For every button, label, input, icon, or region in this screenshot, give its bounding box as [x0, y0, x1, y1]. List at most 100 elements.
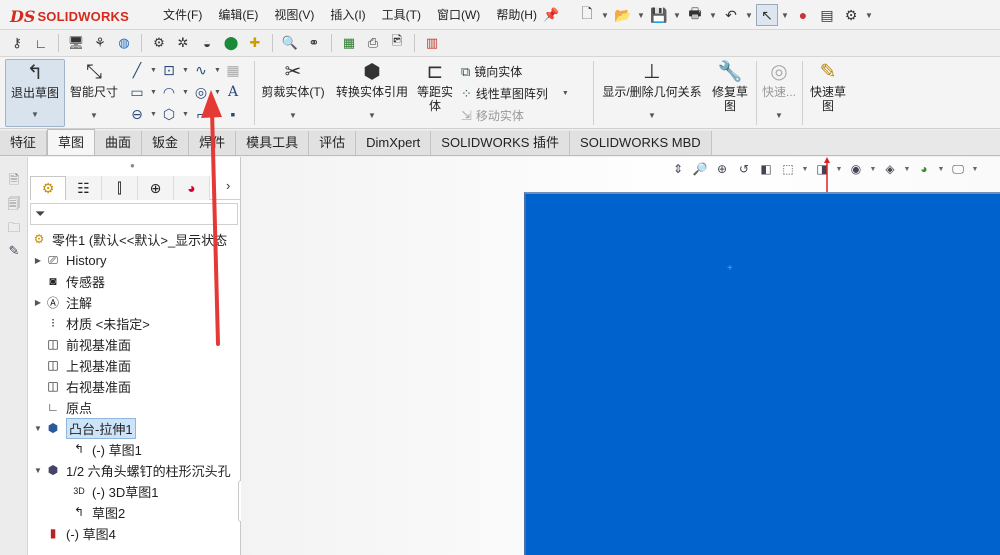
- open-folder-icon[interactable]: 📂: [612, 4, 634, 26]
- exit-sketch-button[interactable]: ↰ 退出草图 ▼: [5, 59, 65, 127]
- select-dropdown-icon[interactable]: ▼: [780, 4, 790, 26]
- tree-item-hole-wizard[interactable]: ▼ ⬢ 1/2 六角头螺钉的柱形沉头孔: [32, 460, 231, 480]
- menu-file[interactable]: 文件(F): [155, 0, 210, 30]
- chevron-down-icon[interactable]: ▼: [150, 111, 157, 118]
- expand-arrow-icon[interactable]: ▶: [32, 256, 44, 265]
- zoom-to-fit-icon[interactable]: 🔎: [691, 160, 709, 178]
- save-icon[interactable]: 💾: [648, 4, 670, 26]
- hide-show-items-icon[interactable]: ◉: [847, 160, 865, 178]
- cog-wheel-icon[interactable]: ✲: [172, 32, 194, 54]
- tree-item-sketch4[interactable]: ▮ (-) 草图4: [32, 523, 116, 543]
- collapse-arrow-icon[interactable]: ▼: [32, 466, 44, 475]
- menu-edit[interactable]: 编辑(E): [210, 0, 266, 30]
- scene-icon[interactable]: ◕: [915, 160, 933, 178]
- quick-snaps-button[interactable]: ◎ 快速... ▼: [759, 59, 799, 127]
- chevron-down-icon[interactable]: ▼: [182, 111, 189, 118]
- print-dropdown-icon[interactable]: ▼: [708, 4, 718, 26]
- open-dropdown-icon[interactable]: ▼: [636, 4, 646, 26]
- settings-gear-icon[interactable]: ⚙: [148, 32, 170, 54]
- graphics-area[interactable]: ⇕ 🔎 ⊕ ↺ ◧ ⬚ ▼ ◨ ▼ ◉ ▼ ◈ ▼ ◕ ▼ 🖵 ▼ +: [241, 157, 1000, 555]
- chevron-down-icon[interactable]: ▼: [562, 90, 569, 97]
- tree-item-sketch1[interactable]: ↰ (-) 草图1: [70, 439, 142, 459]
- tab-evaluate[interactable]: 评估: [309, 131, 357, 155]
- appearance-icon[interactable]: ✎: [5, 243, 23, 261]
- chevron-down-icon[interactable]: ▼: [66, 109, 122, 123]
- new-dropdown-icon[interactable]: ▼: [600, 4, 610, 26]
- globe-icon[interactable]: ◍: [113, 32, 135, 54]
- line-icon[interactable]: ╱: [128, 61, 146, 79]
- chart-icon[interactable]: ▥: [421, 32, 443, 54]
- options-dropdown-icon[interactable]: ▼: [864, 4, 874, 26]
- tab-surfaces[interactable]: 曲面: [95, 131, 143, 155]
- tab-mold-tools[interactable]: 模具工具: [236, 131, 310, 155]
- new-document-icon[interactable]: 🗋: [576, 4, 598, 26]
- menu-insert[interactable]: 插入(I): [322, 0, 373, 30]
- chevron-down-icon[interactable]: ▼: [971, 160, 979, 178]
- display-relations-button[interactable]: ⊥ 显示/删除几何关系 ▼: [597, 59, 707, 127]
- tab-features[interactable]: 特征: [0, 131, 48, 155]
- chevron-down-icon[interactable]: ▼: [332, 109, 412, 123]
- property-manager-tab-icon[interactable]: ☷: [66, 176, 102, 200]
- polygon-icon[interactable]: ⬡: [160, 105, 178, 123]
- chevron-down-icon[interactable]: ▼: [182, 67, 189, 74]
- feature-tree-tab-icon[interactable]: ⚙: [30, 176, 66, 200]
- sketch-corner-icon[interactable]: ∟: [30, 32, 52, 54]
- chevron-down-icon[interactable]: ▼: [937, 160, 945, 178]
- printer-icon[interactable]: ⎙: [362, 32, 384, 54]
- tab-sheet-metal[interactable]: 钣金: [142, 131, 190, 155]
- section-view-icon[interactable]: ◧: [757, 160, 775, 178]
- spline-icon[interactable]: ∿: [192, 61, 210, 79]
- search-icon[interactable]: 🔍: [279, 32, 301, 54]
- file-explorer-icon[interactable]: 🗀: [5, 219, 23, 237]
- tree-item-origin[interactable]: ∟ 原点: [32, 397, 92, 417]
- options-gear-icon[interactable]: ⚙: [840, 4, 862, 26]
- tree-item-sketch2[interactable]: ↰ 草图2: [70, 502, 125, 522]
- tree-item-right-plane[interactable]: ◫ 右视基准面: [32, 376, 131, 396]
- print-icon[interactable]: 🖶: [684, 4, 706, 26]
- trim-entities-button[interactable]: ✂ 剪裁实体(T) ▼: [258, 59, 328, 127]
- zoom-area-icon[interactable]: ⊕: [713, 160, 731, 178]
- assembly-icon[interactable]: ⚘: [89, 32, 111, 54]
- tree-item-front-plane[interactable]: ◫ 前视基准面: [32, 334, 131, 354]
- convert-entities-button[interactable]: ⬢ 转换实体引用 ▼: [332, 59, 412, 127]
- chevron-down-icon[interactable]: ▼: [801, 160, 809, 178]
- view-orientation-icon[interactable]: ⇕: [669, 160, 687, 178]
- tree-item-3d-sketch[interactable]: 3D (-) 3D草图1: [70, 481, 158, 501]
- document-icon[interactable]: 🗎: [5, 171, 23, 189]
- tree-item-material[interactable]: ⁝ 材质 <未指定>: [32, 313, 150, 333]
- spreadsheet-icon[interactable]: ▦: [338, 32, 360, 54]
- expand-arrow-icon[interactable]: ▶: [32, 298, 44, 307]
- tree-item-history[interactable]: ▶ ⎚ History: [32, 250, 107, 270]
- pin-icon[interactable]: 📌: [543, 7, 559, 22]
- location-pin-icon[interactable]: ⬤: [220, 32, 242, 54]
- center-rectangle-icon[interactable]: ⊡: [160, 61, 178, 79]
- panel-grip[interactable]: ●: [130, 161, 135, 170]
- tree-item-annotations[interactable]: ▶ Ⓐ 注解: [32, 292, 92, 312]
- arc-icon[interactable]: ◠: [160, 83, 178, 101]
- chevron-down-icon[interactable]: ▼: [759, 109, 799, 123]
- select-pointer-icon[interactable]: ↖: [756, 4, 778, 26]
- bowl-icon[interactable]: ◒: [196, 32, 218, 54]
- rectangle-icon[interactable]: ▭: [128, 83, 146, 101]
- image-icon[interactable]: 🖻: [386, 32, 408, 54]
- model-face[interactable]: [524, 192, 1000, 555]
- previous-view-icon[interactable]: ↺: [735, 160, 753, 178]
- chevron-down-icon[interactable]: ▼: [597, 109, 707, 123]
- file-properties-icon[interactable]: ▤: [816, 4, 838, 26]
- edit-appearance-icon[interactable]: ◈: [881, 160, 899, 178]
- component-icon[interactable]: ✚: [244, 32, 266, 54]
- save-dropdown-icon[interactable]: ▼: [672, 4, 682, 26]
- standard-views-icon[interactable]: ⬚: [779, 160, 797, 178]
- undo-icon[interactable]: ↶: [720, 4, 742, 26]
- key-icon[interactable]: ⚷: [6, 32, 28, 54]
- chevron-down-icon[interactable]: ▼: [869, 160, 877, 178]
- slot-icon[interactable]: ⊖: [128, 105, 146, 123]
- tree-item-boss-extrude[interactable]: ▼ ⬢ 凸台-拉伸1: [32, 417, 136, 439]
- view-settings-monitor-icon[interactable]: 🖵: [949, 160, 967, 178]
- chevron-down-icon[interactable]: ▼: [903, 160, 911, 178]
- configuration-manager-tab-icon[interactable]: ⫿: [102, 176, 138, 200]
- collapse-arrow-icon[interactable]: ▼: [32, 424, 44, 433]
- linear-pattern-button[interactable]: ⁘ 线性草图阵列 ▼: [461, 85, 569, 102]
- tab-mbd[interactable]: SOLIDWORKS MBD: [570, 131, 712, 155]
- rapid-sketch-button[interactable]: ✎ 快速草 图: [806, 59, 850, 127]
